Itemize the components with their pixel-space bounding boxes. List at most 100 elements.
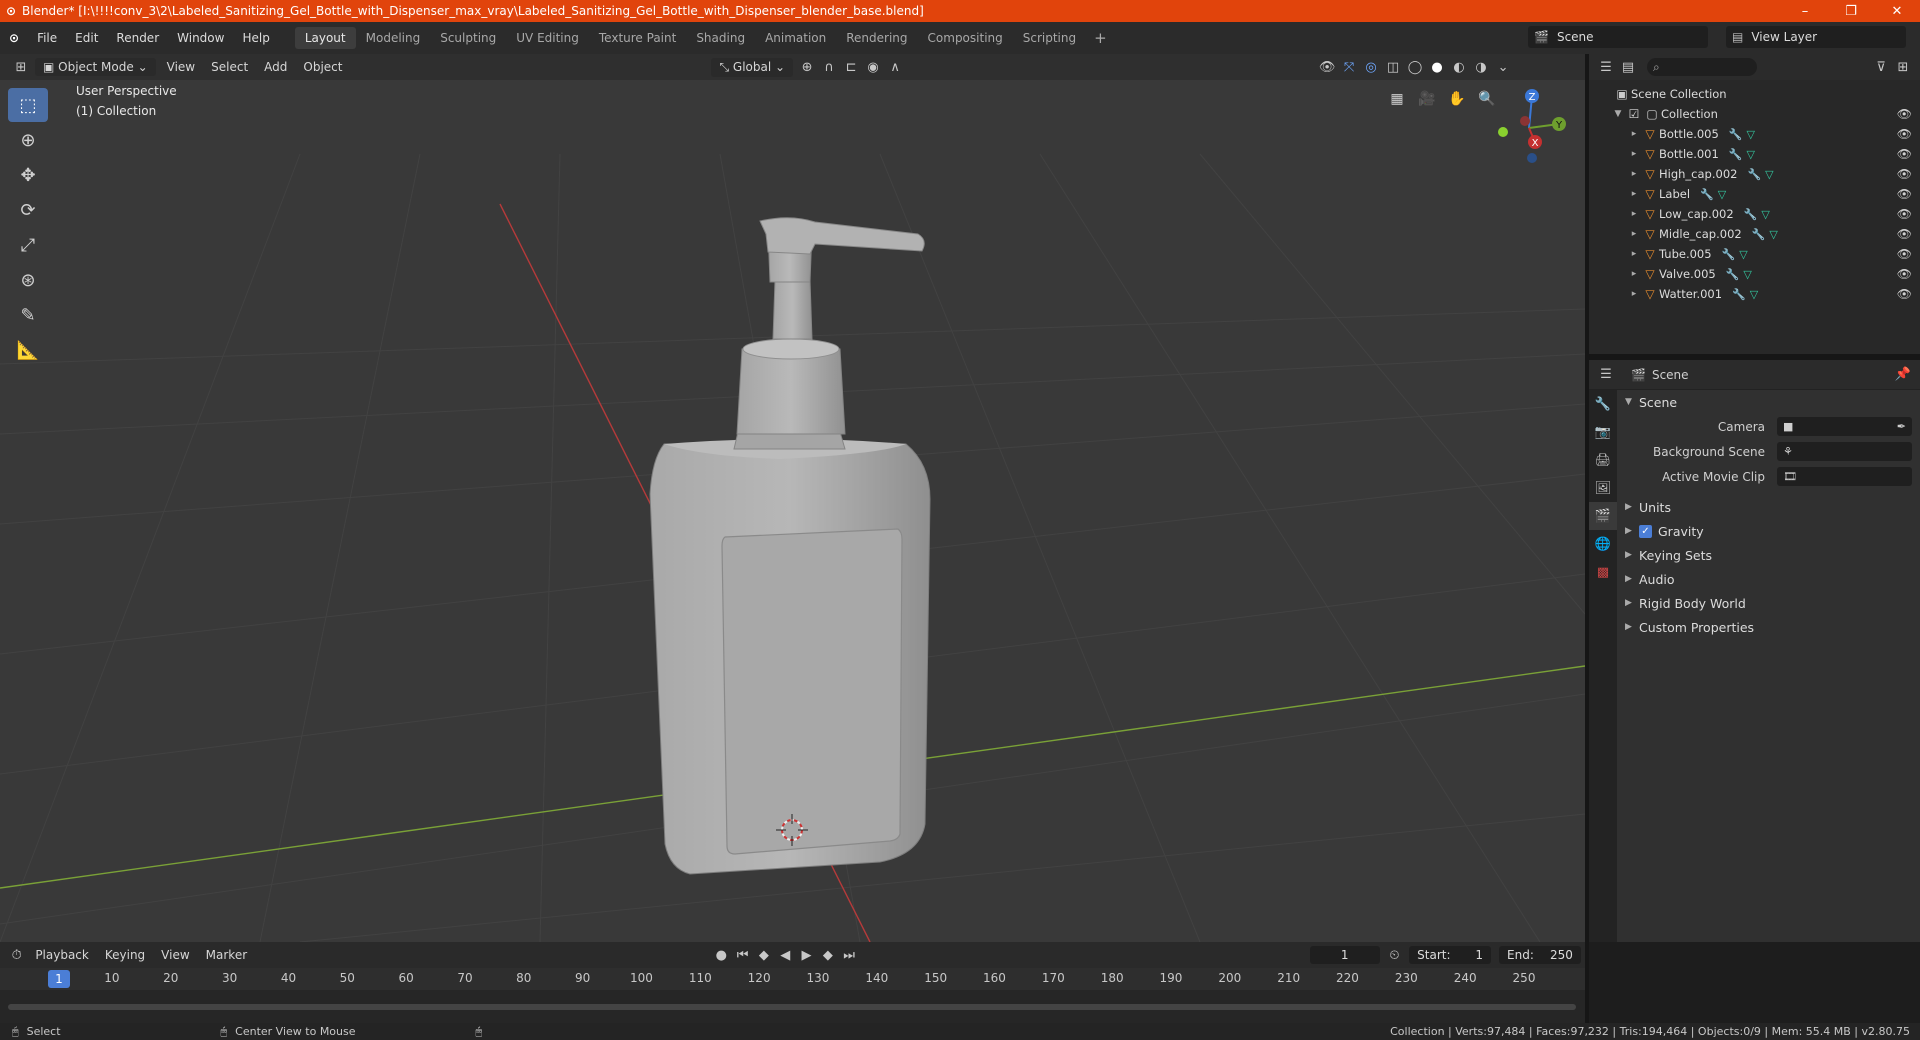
- mesh-data-icon[interactable]: ▽: [1765, 168, 1773, 181]
- mesh-data-icon[interactable]: ▽: [1743, 268, 1751, 281]
- xray-toggle-icon[interactable]: ◫: [1382, 57, 1404, 77]
- play-reverse-icon[interactable]: ◀: [775, 945, 796, 965]
- eye-icon[interactable]: 👁: [1897, 227, 1912, 241]
- eye-icon[interactable]: 👁: [1897, 107, 1912, 121]
- maximize-button[interactable]: ❐: [1828, 4, 1874, 19]
- background-scene-field[interactable]: ⚘: [1777, 442, 1912, 461]
- properties-editor-icon[interactable]: ☰: [1595, 365, 1617, 385]
- menu-marker[interactable]: Marker: [198, 946, 255, 964]
- solid-shading-icon[interactable]: ●: [1426, 57, 1448, 77]
- pan-hand-icon[interactable]: ✋: [1444, 86, 1470, 112]
- overlay-toggle-icon[interactable]: ◎: [1360, 57, 1382, 77]
- current-frame-field[interactable]: 1: [1309, 946, 1380, 964]
- menu-file[interactable]: File: [28, 31, 66, 45]
- tab-texture-paint[interactable]: Texture Paint: [589, 27, 686, 49]
- mesh-data-icon[interactable]: ▽: [1747, 128, 1755, 141]
- tab-scripting[interactable]: Scripting: [1013, 27, 1086, 49]
- view-layer-tab-icon[interactable]: 🖼: [1589, 474, 1617, 502]
- menu-timeline-view[interactable]: View: [153, 946, 197, 964]
- mesh-data-icon[interactable]: ▽: [1761, 208, 1769, 221]
- timeline-ruler[interactable]: 1 10 20 30 40 50 60 70 80 90 100 110 120 130 140 150 160…: [0, 968, 1585, 990]
- tab-modeling[interactable]: Modeling: [356, 27, 431, 49]
- eye-icon[interactable]: 👁: [1897, 167, 1912, 181]
- tab-uv-editing[interactable]: UV Editing: [506, 27, 589, 49]
- tab-layout[interactable]: Layout: [294, 27, 356, 49]
- gravity-panel-header[interactable]: ▶ ✓ Gravity: [1617, 519, 1920, 543]
- rigid-body-world-panel-header[interactable]: ▶ Rigid Body World: [1617, 591, 1920, 615]
- timeline-editor-icon[interactable]: ⏱: [6, 945, 27, 965]
- tool-tab-icon[interactable]: 🔧: [1589, 390, 1617, 418]
- keying-sets-panel-header[interactable]: ▶ Keying Sets: [1617, 543, 1920, 567]
- expand-arrow-icon[interactable]: ▸: [1627, 189, 1641, 199]
- eye-icon[interactable]: 👁: [1897, 267, 1912, 281]
- eyedropper-icon[interactable]: ✒: [1897, 420, 1912, 433]
- outliner-object-row[interactable]: ▸ ▽ Low_cap.002 🔧 ▽ 👁: [1589, 204, 1920, 224]
- tab-compositing[interactable]: Compositing: [918, 27, 1013, 49]
- expand-arrow-icon[interactable]: ▸: [1627, 149, 1641, 159]
- material-shading-icon[interactable]: ◐: [1448, 57, 1470, 77]
- eye-icon[interactable]: 👁: [1897, 247, 1912, 261]
- units-panel-header[interactable]: ▶ Units: [1617, 495, 1920, 519]
- cursor-tool-icon[interactable]: ⊕: [8, 123, 48, 157]
- prev-keyframe-icon[interactable]: ◆: [753, 945, 774, 965]
- modifier-icon[interactable]: 🔧: [1744, 208, 1758, 221]
- outliner-search-input[interactable]: ⌕: [1647, 58, 1757, 76]
- outliner-object-row[interactable]: ▸ ▽ Bottle.001 🔧 ▽ 👁: [1589, 144, 1920, 164]
- pivot-point-icon[interactable]: ⊕: [796, 57, 818, 77]
- expand-arrow-icon[interactable]: ▸: [1627, 229, 1641, 239]
- rotate-tool-icon[interactable]: ⟳: [8, 193, 48, 227]
- render-tab-icon[interactable]: 📷: [1589, 418, 1617, 446]
- expand-arrow-icon[interactable]: ▸: [1627, 249, 1641, 259]
- outliner-editor-icon[interactable]: ☰: [1595, 57, 1617, 77]
- area-separator[interactable]: [1589, 354, 1920, 360]
- filter-icon[interactable]: ⊽: [1870, 57, 1892, 77]
- proportional-edit-icon[interactable]: ◉: [862, 57, 884, 77]
- tab-shading[interactable]: Shading: [686, 27, 755, 49]
- output-tab-icon[interactable]: 🖨: [1589, 446, 1617, 474]
- expand-arrow-icon[interactable]: ▸: [1627, 209, 1641, 219]
- outliner-object-row[interactable]: ▸ ▽ Label 🔧 ▽ 👁: [1589, 184, 1920, 204]
- mesh-data-icon[interactable]: ▽: [1718, 188, 1726, 201]
- tab-rendering[interactable]: Rendering: [836, 27, 917, 49]
- modifier-icon[interactable]: 🔧: [1732, 288, 1746, 301]
- jump-end-icon[interactable]: ⏭: [838, 945, 859, 965]
- eye-icon[interactable]: 👁: [1897, 147, 1912, 161]
- eye-icon[interactable]: 👁: [1897, 287, 1912, 301]
- play-icon[interactable]: ▶: [796, 945, 817, 965]
- custom-properties-panel-header[interactable]: ▶ Custom Properties: [1617, 615, 1920, 639]
- visibility-icon[interactable]: 👁: [1316, 57, 1338, 77]
- start-frame-field[interactable]: Start: 1: [1409, 946, 1492, 964]
- end-frame-field[interactable]: End: 250: [1499, 946, 1581, 964]
- menu-playback[interactable]: Playback: [27, 946, 97, 964]
- mesh-data-icon[interactable]: ▽: [1769, 228, 1777, 241]
- transform-tool-icon[interactable]: ⊛: [8, 263, 48, 297]
- menu-add[interactable]: Add: [256, 58, 295, 76]
- transform-orientation-selector[interactable]: ⤡ Global ⌄: [711, 57, 794, 77]
- active-movie-clip-field[interactable]: 🎞: [1777, 467, 1912, 486]
- mesh-data-icon[interactable]: ▽: [1739, 248, 1747, 261]
- eye-icon[interactable]: 👁: [1897, 127, 1912, 141]
- timeline-scrollbar[interactable]: [8, 1004, 1576, 1010]
- expand-arrow-icon[interactable]: ▸: [1627, 269, 1641, 279]
- menu-window[interactable]: Window: [168, 31, 233, 45]
- scene-section-header[interactable]: ▼ Scene: [1617, 390, 1920, 414]
- modifier-icon[interactable]: 🔧: [1700, 188, 1714, 201]
- move-tool-icon[interactable]: ✥: [8, 158, 48, 192]
- new-collection-icon[interactable]: ⊞: [1892, 57, 1914, 77]
- checkbox-icon[interactable]: ☑: [1625, 107, 1643, 121]
- tab-sculpting[interactable]: Sculpting: [430, 27, 506, 49]
- texture-tab-icon[interactable]: ▩: [1589, 558, 1617, 586]
- expand-arrow-icon[interactable]: ▸: [1627, 129, 1641, 139]
- jump-start-icon[interactable]: ⏮: [732, 945, 753, 965]
- modifier-icon[interactable]: 🔧: [1726, 268, 1740, 281]
- timeline-body[interactable]: [0, 990, 1585, 1023]
- outliner-scene-collection[interactable]: ▣ Scene Collection: [1589, 84, 1920, 104]
- expand-arrow-icon[interactable]: ▸: [1627, 169, 1641, 179]
- menu-keying[interactable]: Keying: [97, 946, 153, 964]
- world-tab-icon[interactable]: 🌐: [1589, 530, 1617, 558]
- pin-icon[interactable]: 📌: [1892, 365, 1914, 385]
- scene-tab-icon[interactable]: 🎬: [1589, 502, 1617, 530]
- audio-panel-header[interactable]: ▶ Audio: [1617, 567, 1920, 591]
- menu-edit[interactable]: Edit: [66, 31, 107, 45]
- annotate-tool-icon[interactable]: ✎: [8, 298, 48, 332]
